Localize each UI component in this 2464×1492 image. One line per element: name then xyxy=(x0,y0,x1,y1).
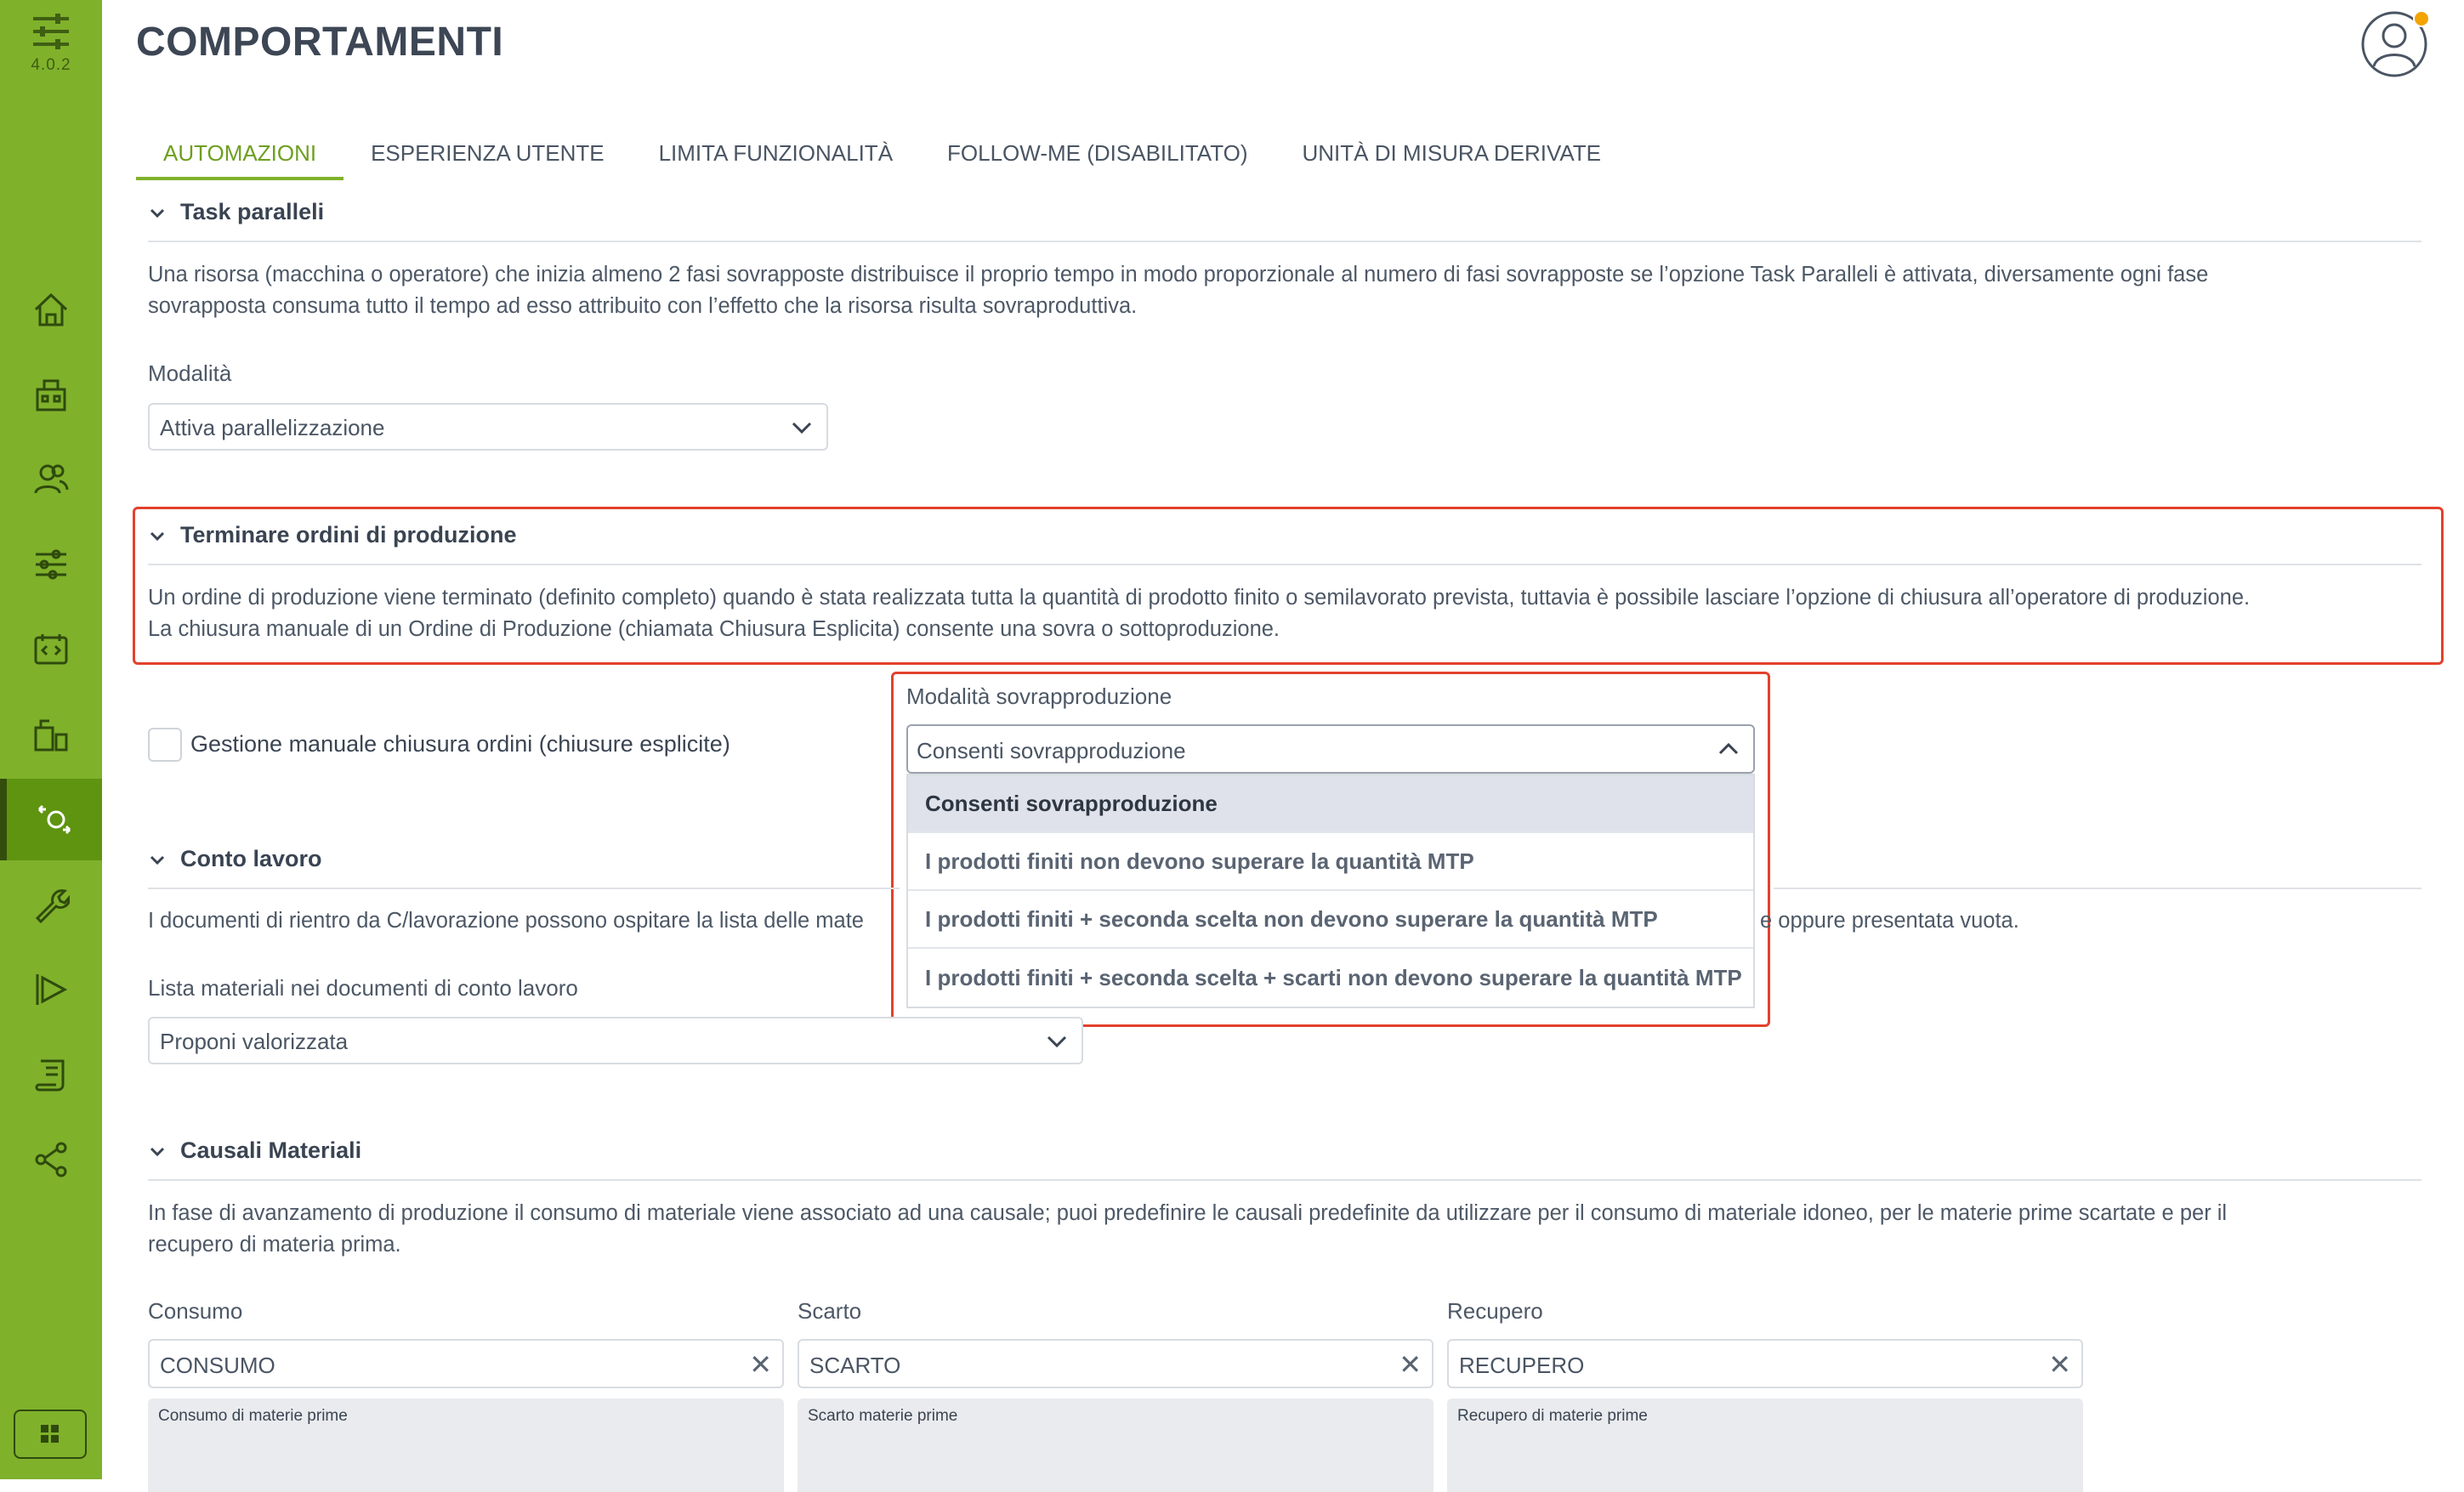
app-logo[interactable]: 4.0.2 xyxy=(0,12,102,75)
materials-list-label: Lista materiali nei documenti di conto l… xyxy=(148,975,578,1001)
tab-automazioni[interactable]: AUTOMAZIONI xyxy=(136,136,344,180)
chevron-down-icon xyxy=(1047,1035,1067,1048)
manual-close-label: Gestione manuale chiusura ordini (chiusu… xyxy=(190,731,730,757)
machine-icon[interactable] xyxy=(0,694,102,775)
chevron-down-icon xyxy=(150,531,165,541)
tab-follow-me[interactable]: FOLLOW-ME (DISABILITATO) xyxy=(920,136,1275,180)
scarto-label: Scarto xyxy=(798,1298,862,1324)
grid-icon xyxy=(41,1425,59,1443)
tab-unita-misura[interactable]: UNITÀ DI MISURA DERIVATE xyxy=(1275,136,1628,180)
settings-sliders-logo-icon xyxy=(33,14,69,49)
chevron-down-icon xyxy=(150,208,165,218)
section-description-tail: e oppure presentata vuota. xyxy=(1760,909,2019,933)
consumo-description: Consumo di materie prime xyxy=(148,1398,784,1492)
scarto-input[interactable]: SCARTO ✕ xyxy=(798,1339,1434,1388)
chevron-down-icon xyxy=(150,1147,165,1156)
sliders-icon[interactable] xyxy=(0,524,102,605)
apps-grid-button[interactable] xyxy=(14,1410,87,1459)
section-description: In fase di avanzamento di produzione il … xyxy=(148,1201,2228,1257)
divider xyxy=(148,888,900,889)
notification-badge xyxy=(2413,10,2430,27)
materials-list-select[interactable]: Proponi valorizzata xyxy=(148,1017,1083,1064)
section-description: Una risorsa (macchina o operatore) che i… xyxy=(148,263,2209,318)
section-task-paralleli[interactable]: Task paralleli xyxy=(148,199,324,225)
section-title: Causali Materiali xyxy=(180,1137,362,1163)
section-causali-materiali[interactable]: Causali Materiali xyxy=(148,1137,361,1164)
recupero-description: Recupero di materie prime xyxy=(1447,1398,2083,1492)
clear-icon[interactable]: ✕ xyxy=(2048,1351,2071,1378)
sidebar: 4.0.2 xyxy=(0,0,102,1479)
section-terminare-ordini[interactable]: Terminare ordini di produzione xyxy=(148,522,517,548)
divider xyxy=(1774,888,2421,889)
home-icon[interactable] xyxy=(0,269,102,350)
recupero-input[interactable]: RECUPERO ✕ xyxy=(1447,1339,2083,1388)
tab-esperienza-utente[interactable]: ESPERIENZA UTENTE xyxy=(343,136,632,180)
building-icon[interactable] xyxy=(0,354,102,435)
section-title: Task paralleli xyxy=(180,199,325,224)
app-version: 4.0.2 xyxy=(31,56,71,74)
tab-limita-funzionalita[interactable]: LIMITA FUNZIONALITÀ xyxy=(632,136,920,180)
chevron-down-icon xyxy=(792,422,812,434)
divider xyxy=(148,564,2421,565)
consumo-input[interactable]: CONSUMO ✕ xyxy=(148,1339,784,1388)
tab-bar: AUTOMAZIONI ESPERIENZA UTENTE LIMITA FUN… xyxy=(136,136,1628,180)
mode-select[interactable]: Attiva parallelizzazione xyxy=(148,403,828,451)
divider xyxy=(148,1179,2421,1181)
page-title: COMPORTAMENTI xyxy=(136,20,504,65)
calendar-code-icon[interactable] xyxy=(0,609,102,690)
manual-close-checkbox[interactable] xyxy=(148,728,182,762)
divider xyxy=(148,241,2421,242)
wrench-icon[interactable] xyxy=(0,864,102,945)
section-description: I documenti di rientro da C/lavorazione … xyxy=(148,909,864,933)
share-icon[interactable] xyxy=(0,1119,102,1200)
consumo-label: Consumo xyxy=(148,1298,243,1324)
users-icon[interactable] xyxy=(0,439,102,520)
chevron-down-icon xyxy=(150,855,165,865)
mode-label: Modalità xyxy=(148,360,232,386)
scroll-icon[interactable] xyxy=(0,1034,102,1115)
clear-icon[interactable]: ✕ xyxy=(749,1351,772,1378)
behaviors-icon[interactable] xyxy=(0,779,102,860)
section-description: Un ordine di produzione viene terminato … xyxy=(148,586,2251,641)
recupero-label: Recupero xyxy=(1447,1298,1543,1324)
section-conto-lavoro[interactable]: Conto lavoro xyxy=(148,846,322,872)
highlight-box-dropdown xyxy=(891,672,1770,1027)
section-title: Conto lavoro xyxy=(180,846,322,871)
play-icon[interactable] xyxy=(0,949,102,1030)
scarto-description: Scarto materie prime xyxy=(798,1398,1434,1492)
clear-icon[interactable]: ✕ xyxy=(1399,1351,1422,1378)
section-title: Terminare ordini di produzione xyxy=(180,522,517,547)
